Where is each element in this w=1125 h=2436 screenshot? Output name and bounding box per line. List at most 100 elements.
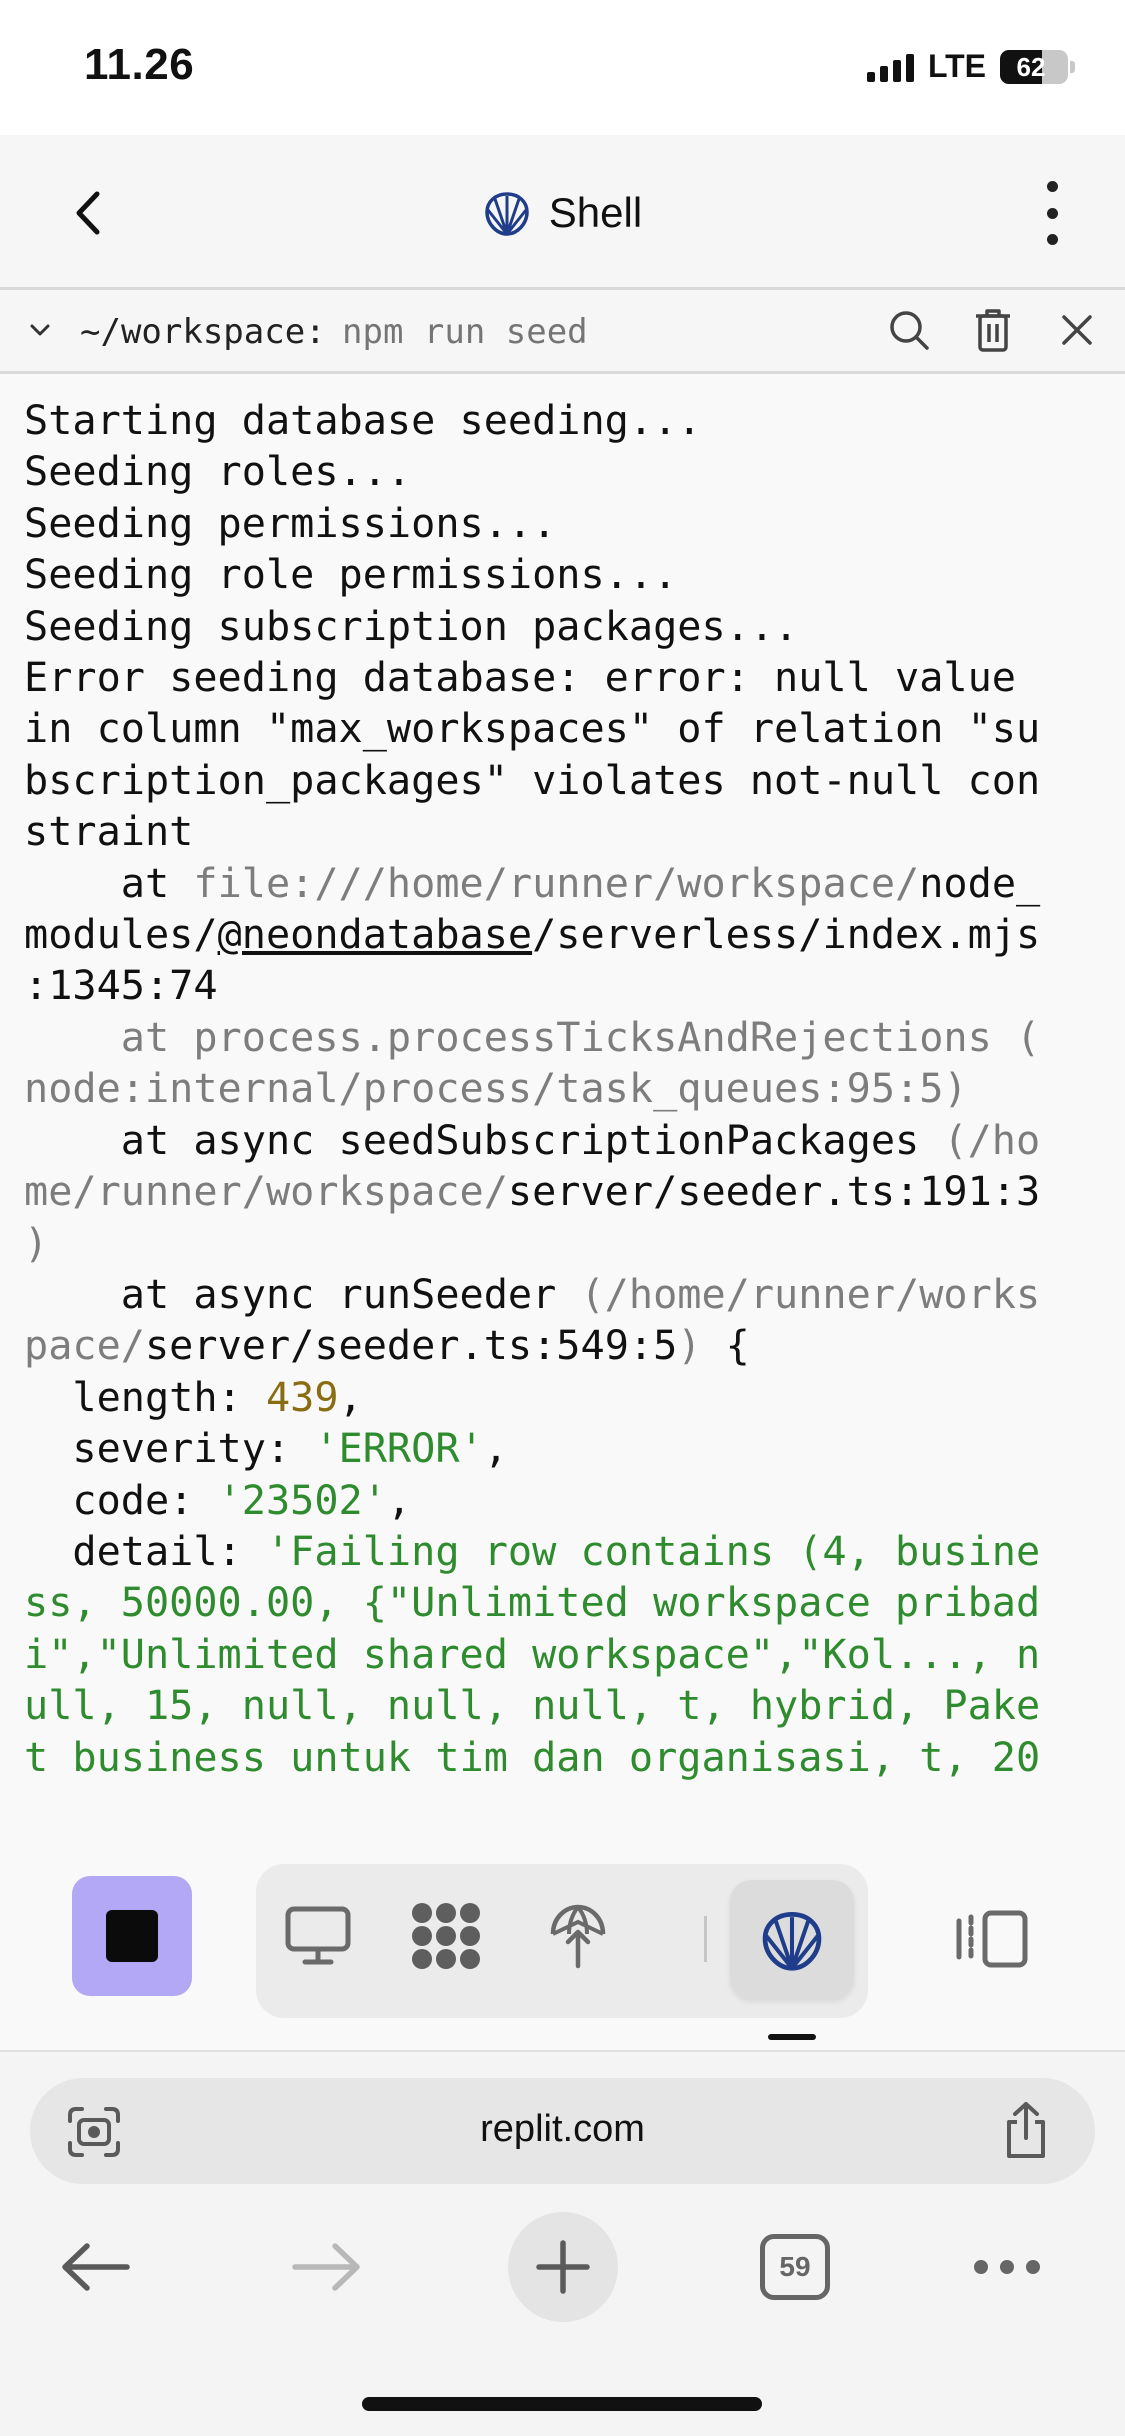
split-view-button[interactable] bbox=[950, 1904, 1034, 1974]
terminal-string: ull, 15, null, null, null, t, hybrid, Pa… bbox=[24, 1683, 1041, 1730]
search-button[interactable] bbox=[885, 306, 933, 354]
terminal-line: at process.processTicksAndRejections ( bbox=[24, 1014, 1041, 1061]
browser-nav-row: 59 bbox=[0, 2212, 1125, 2332]
share-button[interactable] bbox=[997, 2100, 1055, 2160]
terminal-text-segment: , bbox=[338, 1374, 363, 1421]
terminal-text-segment: modules/ bbox=[24, 912, 218, 959]
back-arrow-icon bbox=[62, 2243, 130, 2291]
header-title-group: Shell bbox=[0, 135, 1125, 290]
network-type: LTE bbox=[927, 48, 986, 84]
terminal-string: 'ERROR' bbox=[314, 1426, 484, 1473]
tool-workflows[interactable] bbox=[406, 1896, 486, 1976]
terminal-text-segment: at async runSeeder bbox=[24, 1271, 581, 1318]
collapse-toggle[interactable] bbox=[22, 312, 58, 348]
terminal-line: Seeding subscription packages... bbox=[24, 603, 799, 650]
terminal-package-link[interactable]: @neondatabase bbox=[218, 912, 533, 958]
more-vertical-icon bbox=[1046, 181, 1058, 192]
tool-preview[interactable] bbox=[278, 1896, 358, 1976]
terminal-line: Seeding role permissions... bbox=[24, 552, 678, 599]
terminal-line: ) bbox=[24, 1220, 49, 1267]
chevron-down-icon bbox=[30, 324, 50, 336]
new-tab-button[interactable] bbox=[508, 2212, 618, 2322]
terminal-text-segment: (/ho bbox=[943, 1117, 1041, 1164]
terminal-text-segment: length: bbox=[24, 1374, 266, 1421]
more-menu-button[interactable] bbox=[1027, 175, 1077, 251]
terminal-line: Error seeding database: error: null valu… bbox=[24, 655, 1016, 702]
tabs-icon: 59 bbox=[760, 2234, 830, 2300]
forward-arrow-icon bbox=[292, 2243, 360, 2291]
terminal-line: in column "max_workspaces" of relation "… bbox=[24, 706, 1041, 753]
command-actions bbox=[885, 306, 1101, 354]
terminal-path-link[interactable]: file:///home/runner/workspace/ bbox=[193, 861, 919, 907]
clear-button[interactable] bbox=[969, 306, 1017, 354]
tool-deployments[interactable] bbox=[538, 1896, 618, 1976]
terminal-line: node:internal/process/task_queues:95:5) bbox=[24, 1066, 968, 1113]
status-time: 11.26 bbox=[84, 40, 195, 89]
url-text: replit.com bbox=[480, 2108, 645, 2150]
app-header: Shell bbox=[0, 135, 1125, 290]
battery-level: 62 bbox=[1016, 51, 1046, 82]
terminal-text-segment: at async seedSubscriptionPackages bbox=[24, 1117, 944, 1164]
terminal-string: ss, 50000.00, {"Unlimited workspace prib… bbox=[24, 1580, 1041, 1627]
terminal-line: straint bbox=[24, 809, 194, 856]
close-button[interactable] bbox=[1053, 306, 1101, 354]
terminal-line: Seeding roles... bbox=[24, 449, 412, 496]
cellular-signal-icon bbox=[866, 52, 914, 82]
terminal-text-segment: , bbox=[386, 1477, 412, 1524]
drag-handle[interactable] bbox=[768, 2034, 816, 2040]
terminal-text-segment: code: bbox=[24, 1477, 218, 1524]
deploy-icon bbox=[550, 1904, 606, 1969]
search-icon bbox=[890, 311, 929, 350]
terminal-file-link[interactable]: server/seeder.ts:549:5 bbox=[145, 1323, 677, 1369]
terminal-text-segment: /serverless/index.mjs bbox=[532, 912, 1041, 959]
tabs-button[interactable]: 59 bbox=[740, 2212, 850, 2322]
terminal-text-segment: detail: bbox=[24, 1528, 266, 1575]
command-input[interactable] bbox=[342, 310, 862, 354]
terminal-text-segment: severity: bbox=[24, 1426, 315, 1473]
split-view-icon bbox=[956, 1910, 1028, 1968]
terminal-line: Seeding permissions... bbox=[24, 500, 557, 547]
terminal-text-segment: { bbox=[701, 1323, 750, 1370]
status-bar: 11.26 LTE 62 bbox=[0, 0, 1125, 135]
terminal-line: :1345:74 bbox=[24, 963, 218, 1010]
address-bar[interactable]: replit.com bbox=[30, 2078, 1095, 2184]
home-indicator bbox=[362, 2397, 762, 2411]
browser-back-button[interactable] bbox=[40, 2212, 150, 2322]
browser-forward-button[interactable] bbox=[272, 2212, 382, 2322]
terminal-text-segment: pace/ bbox=[24, 1323, 145, 1370]
working-directory: ~/workspace: bbox=[80, 312, 326, 352]
new-tab-plus-icon bbox=[536, 2240, 590, 2294]
tool-shell-active[interactable] bbox=[730, 1880, 854, 2000]
page-title: Shell bbox=[548, 188, 643, 236]
browser-more-button[interactable] bbox=[952, 2212, 1062, 2322]
trash-icon bbox=[976, 309, 1010, 352]
terminal-text-segment: me/runner/workspace/ bbox=[24, 1169, 508, 1216]
terminal-line: bscription_packages" violates not-null c… bbox=[24, 757, 1041, 804]
terminal-string: 'Failing row contains (4, busine bbox=[265, 1528, 1041, 1575]
terminal-text-segment: at bbox=[24, 860, 194, 907]
terminal-text-segment: node_ bbox=[919, 860, 1041, 907]
terminal-output[interactable]: Starting database seeding... Seeding rol… bbox=[0, 374, 1125, 1860]
terminal-string: i","Unlimited shared workspace","Kol...,… bbox=[24, 1631, 1041, 1678]
terminal-file-link[interactable]: server/seeder.ts:191:3 bbox=[508, 1169, 1040, 1215]
status-indicators: LTE 62 bbox=[866, 48, 1075, 85]
shell-logo-icon bbox=[485, 191, 529, 236]
terminal-string: '23502' bbox=[217, 1477, 387, 1524]
more-icon bbox=[974, 2260, 1040, 2274]
close-icon bbox=[1062, 315, 1092, 345]
stop-button[interactable] bbox=[72, 1876, 192, 1996]
shell-icon bbox=[762, 1912, 822, 1971]
workspace-toolbar bbox=[0, 1860, 1125, 2050]
terminal-text-segment: ) bbox=[677, 1323, 702, 1370]
command-bar: ~/workspace: bbox=[0, 290, 1125, 374]
terminal-text-segment: (/home/runner/works bbox=[580, 1271, 1041, 1318]
terminal-line: Starting database seeding... bbox=[24, 398, 702, 444]
terminal-text-segment: , bbox=[483, 1426, 508, 1473]
terminal-number: 439 bbox=[265, 1374, 339, 1421]
tool-switcher bbox=[256, 1864, 868, 2018]
tab-count: 59 bbox=[779, 2251, 811, 2282]
toolbar-divider bbox=[704, 1916, 707, 1962]
stop-icon bbox=[106, 1910, 158, 1962]
desktop-icon bbox=[285, 1906, 351, 1965]
terminal-text: Starting database seeding... Seeding rol… bbox=[24, 396, 1104, 1784]
